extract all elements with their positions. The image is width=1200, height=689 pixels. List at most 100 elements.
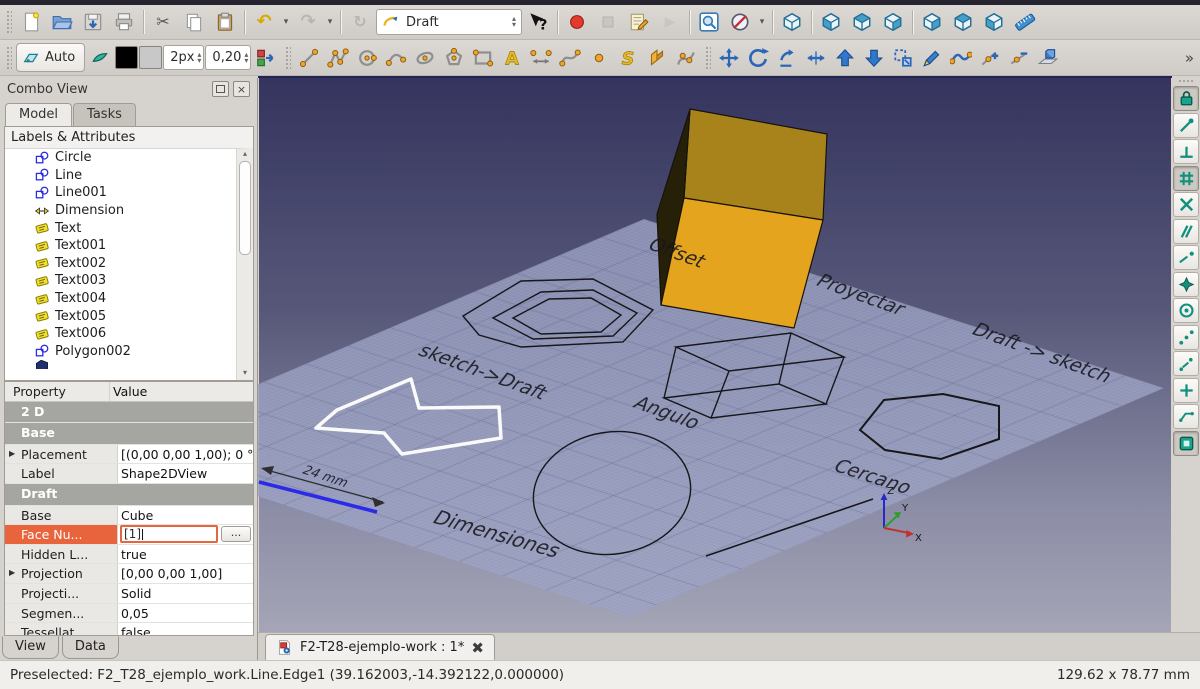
view-top-button[interactable] — [847, 7, 877, 37]
construction-mode-button[interactable] — [86, 44, 114, 72]
draft-move-button[interactable] — [715, 44, 743, 72]
toolbar-handle[interactable] — [284, 44, 292, 71]
tree-item-partial[interactable] — [5, 360, 237, 370]
float-panel-button[interactable] — [212, 81, 229, 97]
toolbar-handle[interactable] — [1178, 79, 1194, 84]
property-row-projection[interactable]: ▶ Projection [0,00 0,00 1,00] — [5, 564, 253, 584]
macro-edit-button[interactable] — [624, 7, 654, 37]
snap-angle-button[interactable] — [1173, 377, 1199, 403]
tree-item-text[interactable]: Text — [5, 219, 237, 237]
snap-center-button[interactable] — [1173, 298, 1199, 323]
macro-stop-button[interactable] — [593, 7, 623, 37]
property-row-label[interactable]: Label Shape2DView — [5, 464, 253, 484]
view-right-button[interactable] — [878, 7, 908, 37]
gold-cube[interactable] — [656, 108, 828, 329]
draft-dimension-button[interactable] — [527, 44, 555, 72]
print-button[interactable] — [109, 7, 139, 37]
tree-item-text006[interactable]: Text006 — [5, 325, 237, 343]
view-bottom-button[interactable] — [948, 7, 978, 37]
view-rear-button[interactable] — [917, 7, 947, 37]
undo-button[interactable]: ↶ — [249, 7, 279, 37]
view-left-button[interactable] — [979, 7, 1009, 37]
snap-near-button[interactable] — [1173, 351, 1199, 376]
save-button[interactable] — [78, 7, 108, 37]
property-row-tessellat[interactable]: Tessellat... false — [5, 623, 253, 635]
snap-extension-button[interactable] — [1173, 245, 1199, 270]
tree-item-text003[interactable]: Text003 — [5, 272, 237, 290]
expander-icon[interactable]: ▶ — [9, 568, 15, 577]
paste-button[interactable] — [210, 7, 240, 37]
draft-addpoint-button[interactable] — [976, 44, 1004, 72]
open-button[interactable] — [47, 7, 77, 37]
tree-item-dimension[interactable]: Dimension — [5, 202, 237, 220]
draft-facebinder-button[interactable] — [643, 44, 671, 72]
spin-arrows-icon[interactable]: ▴ ▾ — [197, 50, 201, 64]
snap-grid-button[interactable] — [1173, 165, 1199, 191]
line-color-swatch[interactable] — [115, 46, 139, 69]
close-tab-icon[interactable]: ✖ — [471, 639, 484, 657]
close-panel-button[interactable]: × — [233, 81, 250, 97]
snap-parallel-button[interactable] — [1173, 218, 1199, 244]
draft-text-button[interactable]: A — [498, 44, 526, 72]
tab-data[interactable]: Data — [61, 636, 119, 659]
tree-item-line[interactable]: Line — [5, 167, 237, 185]
redo-dropdown[interactable]: ▾ — [324, 17, 336, 27]
property-row-placement[interactable]: ▶Placement[(0,00 0,00 1,00); 0 °; (... — [5, 444, 253, 465]
draw-style-button[interactable] — [725, 7, 755, 37]
face-number-input[interactable]: [1] — [120, 525, 218, 544]
draw-style-dropdown[interactable]: ▾ — [756, 17, 768, 27]
copy-button[interactable] — [179, 7, 209, 37]
tree-item-text004[interactable]: Text004 — [5, 290, 237, 308]
draft-ellipse-button[interactable] — [411, 44, 439, 72]
snap-dimensions-button[interactable] — [1173, 404, 1199, 429]
workbench-selector[interactable]: Draft ▴ ▾ — [376, 9, 522, 35]
tree-item-text005[interactable]: Text005 — [5, 307, 237, 325]
draft-delpoint-button[interactable] — [1005, 44, 1033, 72]
expander-icon[interactable]: ▶ — [9, 449, 15, 458]
3d-viewport[interactable]: Offset Proyectar Draft -> sketch sketch->Dr… — [258, 76, 1172, 632]
draft-arc-button[interactable] — [382, 44, 410, 72]
new-file-button[interactable] — [16, 7, 46, 37]
draft-edit-button[interactable] — [918, 44, 946, 72]
property-row-base[interactable]: Base Cube — [5, 505, 253, 526]
draft-trimex-button[interactable] — [802, 44, 830, 72]
workbench-spin-icon[interactable]: ▴ ▾ — [512, 15, 516, 29]
scroll-down-icon[interactable]: ▾ — [243, 368, 247, 380]
scrollbar-thumb[interactable] — [239, 161, 251, 255]
workingplane-auto-button[interactable]: Auto — [16, 43, 86, 72]
tab-view[interactable]: View — [2, 636, 59, 659]
draft-point-button[interactable] — [585, 44, 613, 72]
draft-circle-button[interactable] — [353, 44, 381, 72]
property-row-projecti[interactable]: Projecti... Solid — [5, 583, 253, 604]
tree-scrollbar[interactable]: ▴ ▾ — [236, 149, 253, 380]
cut-button[interactable]: ✂ — [148, 7, 178, 37]
snap-endpoint-button[interactable] — [1173, 112, 1199, 138]
view-front-button[interactable] — [816, 7, 846, 37]
toolbar-handle[interactable] — [5, 44, 12, 71]
draft-bezier-button[interactable] — [672, 44, 700, 72]
text-size-spin[interactable]: 0,20 ▴ ▾ — [205, 45, 252, 70]
snap-workingplane-button[interactable] — [1173, 430, 1199, 456]
snap-midpoint-button[interactable] — [1173, 139, 1199, 164]
document-tab[interactable]: F2-T28-ejemplo-work : 1* ✖ — [265, 634, 495, 660]
snap-special-button[interactable] — [1173, 271, 1199, 297]
snap-ortho-button[interactable] — [1173, 324, 1199, 350]
draft-wire-button[interactable] — [324, 44, 352, 72]
draft-polygon-button[interactable] — [440, 44, 468, 72]
toolbar-handle[interactable] — [5, 9, 12, 35]
viewport-canvas[interactable]: OffsetProyectarDraft -> sketchsketch->Dr… — [258, 78, 1172, 632]
tab-model[interactable]: Model — [5, 103, 73, 126]
property-row-segmen[interactable]: Segmen... 0,05 — [5, 603, 253, 624]
property-row-face-nu[interactable]: Face Nu... [1]... — [5, 525, 253, 545]
macro-record-button[interactable] — [562, 7, 592, 37]
draft-bspline-button[interactable] — [556, 44, 584, 72]
redo-button[interactable]: ↷ — [293, 7, 323, 37]
draft-wiretobspline-button[interactable] — [947, 44, 975, 72]
refresh-button[interactable]: ↻ — [345, 7, 375, 37]
tree-item-polygon002[interactable]: Polygon002 — [5, 343, 237, 361]
undo-dropdown[interactable]: ▾ — [280, 17, 292, 27]
draft-offset-button[interactable] — [773, 44, 801, 72]
toolbar-handle[interactable] — [704, 44, 712, 71]
tree-item-text001[interactable]: Text001 — [5, 237, 237, 255]
tab-tasks[interactable]: Tasks — [73, 103, 136, 126]
